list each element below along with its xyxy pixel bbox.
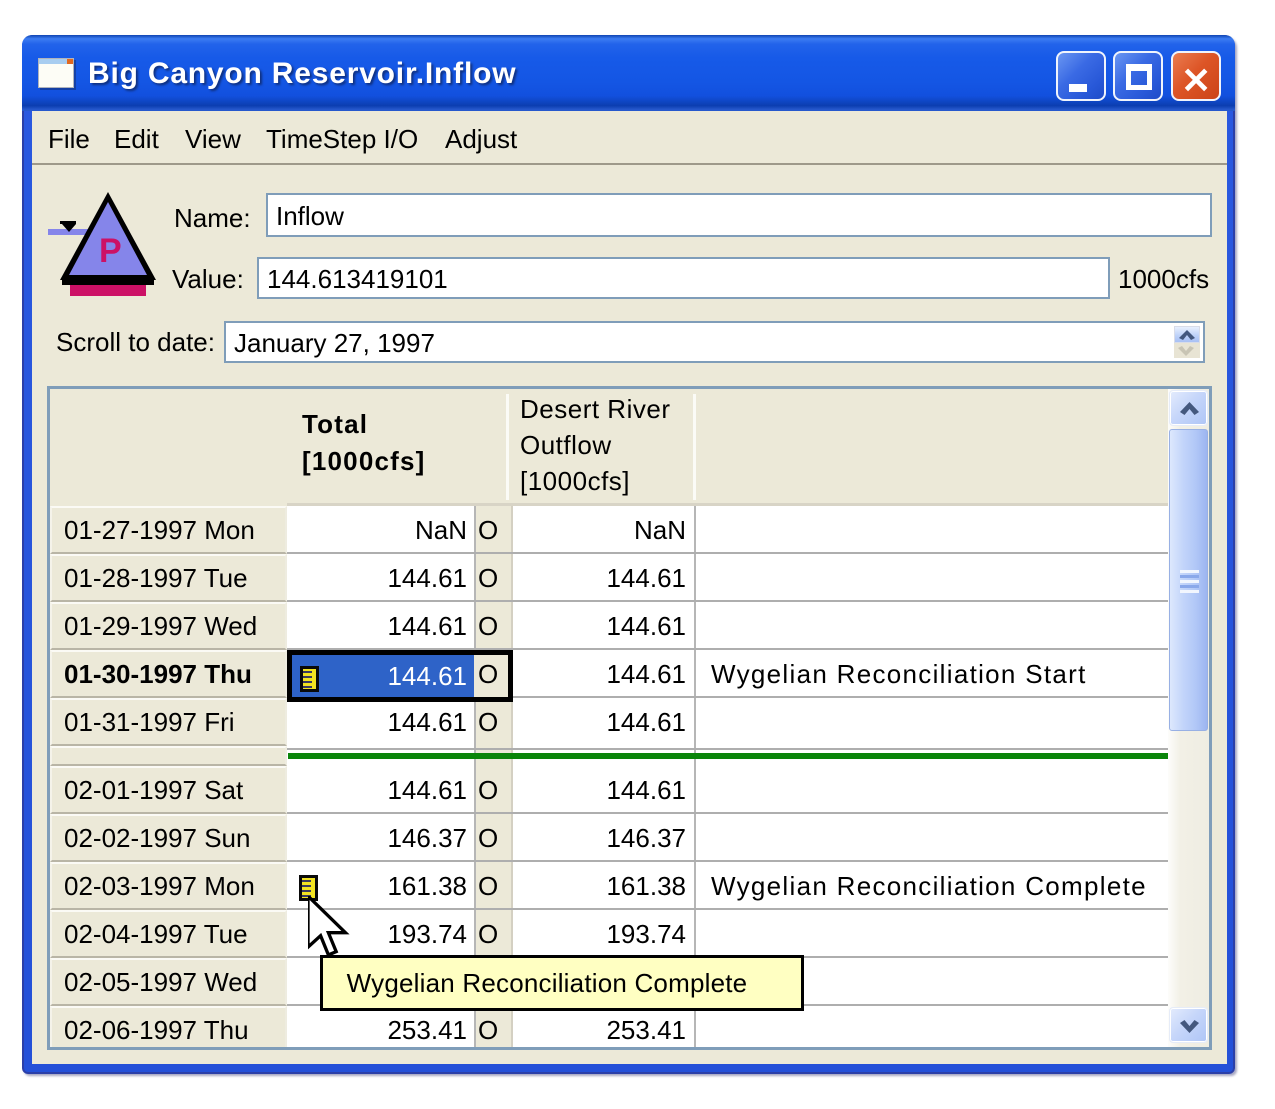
svg-text:P: P	[99, 232, 122, 270]
